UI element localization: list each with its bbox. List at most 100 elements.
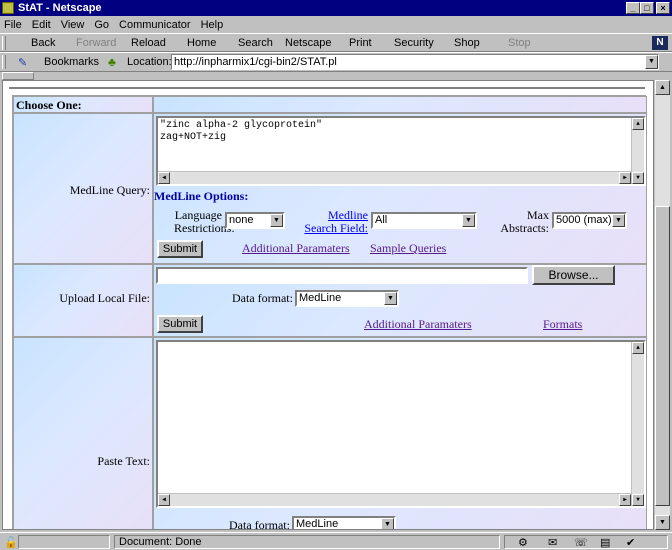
upload-local-file-label: Upload Local File: [59,291,150,305]
close-button[interactable]: × [656,2,670,14]
search-button[interactable]: Search [238,37,273,49]
home-button[interactable]: Home [187,37,216,49]
scroll-left-icon[interactable]: ◀ [158,494,170,506]
shop-button[interactable]: Shop [454,37,480,49]
medline-query-label: MedLine Query: [69,183,150,197]
status-text: Document: Done [114,535,500,549]
textarea-vscrollbar[interactable]: ▲ ▼ [631,118,644,184]
medline-link[interactable]: Medline [328,208,368,222]
search-field-label: Medline Search Field: [304,209,368,235]
chevron-down-icon: ▼ [270,214,283,227]
browse-button[interactable]: Browse... [532,265,615,285]
header-cell-right [153,96,647,113]
paste-format-label: Data format: [229,518,290,530]
textarea-vscrollbar[interactable]: ▲ ▼ [631,342,644,506]
medline-query-textarea[interactable]: "zinc alpha-2 glycoprotein" zag+NOT+zig ▲… [156,116,646,186]
sample-queries-link[interactable]: Sample Queries [370,241,446,256]
url-dropdown-icon[interactable]: ▼ [645,55,658,69]
location-toolbar: ✎ Bookmarks ♣ Location: http://inpharmix… [0,52,672,72]
location-icon[interactable]: ♣ [108,55,116,69]
upload-submit-button[interactable]: Submit [157,315,203,333]
language-label: Language Restrictions: [174,208,235,235]
chevron-down-icon: ▼ [462,214,475,227]
medline-submit-button[interactable]: Submit [157,240,203,258]
location-grip[interactable] [2,55,6,69]
max-abstracts-label: Max Abstracts: [500,208,549,235]
menu-view[interactable]: View [61,19,85,31]
url-input[interactable]: http://inpharmix1/cgi-bin2/STAT.pl [171,54,659,70]
paste-label-cell: Paste Text: [13,337,153,529]
upload-input-cell: Browse... Data format: MedLine ▼ Submit A… [153,264,647,337]
window-title: StAT - Netscape [18,2,102,14]
menu-go[interactable]: Go [94,19,109,31]
minimize-button[interactable]: _ [626,2,640,14]
netscape-button[interactable]: Netscape [285,37,331,49]
collapsed-toolbar-tab[interactable] [2,72,34,80]
security-button[interactable]: Security [394,37,434,49]
location-label: Location: [127,56,172,68]
forward-button: Forward [76,37,117,49]
navigator-icon[interactable]: ⚙ [518,536,528,549]
textarea-hscrollbar[interactable]: ◀ ▶ [158,493,631,506]
netscape-logo-icon: N [652,36,668,50]
medline-label-cell: MedLine Query: [13,113,153,264]
chevron-down-icon: ▼ [384,292,397,305]
reload-button[interactable]: Reload [131,37,166,49]
search-field-select[interactable]: All ▼ [371,212,477,229]
paste-text-textarea[interactable]: ▲ ▼ ◀ ▶ [156,340,646,508]
upload-additional-parameters-link[interactable]: Additional Paramaters [364,317,472,332]
page-scroll-down-icon[interactable]: ▼ [655,515,670,530]
mail-icon[interactable]: ✉ [548,536,557,549]
search-field-link[interactable]: Search Field: [304,221,368,235]
file-path-input[interactable] [156,267,528,284]
scroll-down-icon[interactable]: ▼ [632,494,644,506]
page-scroll-thumb[interactable] [655,206,670,506]
upload-label-cell: Upload Local File: [13,264,153,337]
bookmarks-icon[interactable]: ✎ [18,56,38,69]
scroll-up-icon[interactable]: ▲ [632,342,644,354]
max-abstracts-select[interactable]: 5000 (max) ▼ [552,212,627,229]
upload-format-select[interactable]: MedLine ▼ [295,290,399,307]
medline-options-title: MedLine Options: [154,189,249,203]
scroll-up-icon[interactable]: ▲ [632,118,644,130]
choose-one-heading: Choose One: [16,98,82,112]
back-button[interactable]: Back [31,37,55,49]
menu-help[interactable]: Help [201,19,224,31]
status-bar: 🔓 Document: Done ⚙ ✉ ☏ ▤ ✔ [0,532,672,550]
scroll-down-icon[interactable]: ▼ [632,172,644,184]
scroll-right-icon[interactable]: ▶ [619,172,631,184]
menu-file[interactable]: File [4,19,22,31]
menu-edit[interactable]: Edit [32,19,51,31]
status-progress [18,535,110,549]
paste-text-label: Paste Text: [97,454,150,468]
security-lock-icon[interactable]: 🔓 [4,536,18,549]
scroll-left-icon[interactable]: ◀ [158,172,170,184]
textarea-hscrollbar[interactable]: ◀ ▶ [158,171,631,184]
menu-communicator[interactable]: Communicator [119,19,191,31]
stop-button: Stop [508,37,531,49]
page-content: Choose One: MedLine Query: "zinc alpha-2… [2,80,654,530]
navigation-toolbar: Back Forward Reload Home Search Netscape… [0,33,672,52]
medline-input-cell: "zinc alpha-2 glycoprotein" zag+NOT+zig ▲… [153,113,647,264]
language-select[interactable]: none ▼ [225,212,285,229]
page-vscrollbar[interactable]: ▲ ▼ [655,80,670,530]
chevron-down-icon: ▼ [381,518,394,529]
toolbar-grip[interactable] [2,36,6,50]
paste-format-select[interactable]: MedLine ▼ [292,516,396,529]
scroll-right-icon[interactable]: ▶ [619,494,631,506]
medline-additional-parameters-link[interactable]: Additional Paramaters [242,241,350,256]
menu-bar: File Edit View Go Communicator Help [0,16,672,33]
maximize-button[interactable]: □ [640,2,654,14]
print-button[interactable]: Print [349,37,372,49]
browser-window: StAT - Netscape _ □ × File Edit View Go … [0,0,672,550]
title-bar: StAT - Netscape _ □ × [0,0,672,16]
discussions-icon[interactable]: ☏ [574,536,588,549]
bookmarks-button[interactable]: Bookmarks [44,56,99,68]
page-scroll-up-icon[interactable]: ▲ [655,80,670,95]
chevron-down-icon: ▼ [612,214,625,227]
formats-link[interactable]: Formats [543,317,582,332]
composer-icon[interactable]: ▤ [600,536,610,549]
paste-input-cell: ▲ ▼ ◀ ▶ Data format: MedLine ▼ [153,337,647,530]
form-table: Choose One: MedLine Query: "zinc alpha-2… [12,95,647,530]
composer-pen-icon[interactable]: ✔ [626,536,635,549]
